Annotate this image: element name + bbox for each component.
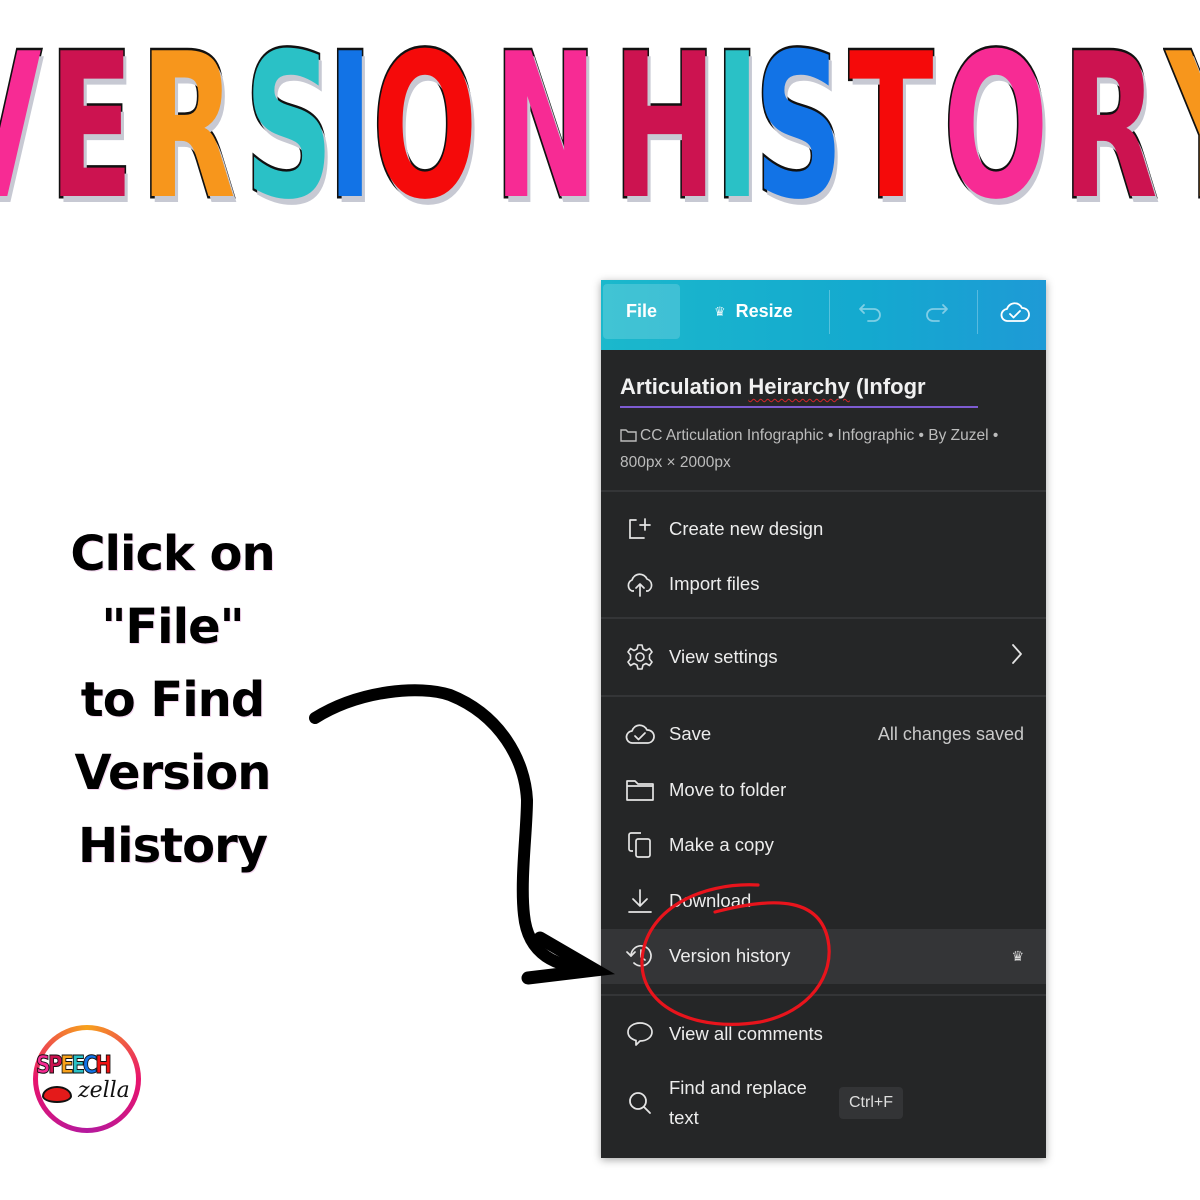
chevron-right-icon <box>1010 643 1024 670</box>
gear-icon <box>625 642 655 672</box>
resize-label: Resize <box>735 301 793 321</box>
menu-item-save[interactable]: Save All changes saved <box>601 707 1046 763</box>
folder-icon <box>625 775 655 805</box>
title-letter: R <box>139 11 238 244</box>
menu-item-move-to-folder[interactable]: Move to folder <box>601 762 1046 818</box>
title-word-version: V E R S I O N <box>0 11 605 244</box>
instruction-text: Click on "File" to Find Version History <box>40 518 305 883</box>
toolbar-divider <box>977 290 978 334</box>
logo-subtext: zella <box>78 1078 130 1103</box>
curved-arrow <box>309 684 601 976</box>
title-letter: N <box>492 11 599 244</box>
menu-item-create-new-design[interactable]: Create new design <box>601 501 1046 557</box>
toolbar-divider <box>829 290 830 334</box>
resize-button[interactable]: ♛ Resize <box>714 284 793 339</box>
search-icon <box>625 1088 655 1118</box>
speechzella-logo: SPEECH zella <box>33 1025 141 1133</box>
document-info: Articulation Heirarchy (Infogr CC Articu… <box>601 350 1046 476</box>
menu-item-view-all-comments[interactable]: View all comments <box>601 1006 1046 1062</box>
cloud-check-icon[interactable] <box>998 295 1032 329</box>
copy-icon <box>625 830 655 860</box>
menu-item-make-a-copy[interactable]: Make a copy <box>601 818 1046 874</box>
title-letter: O <box>942 11 1051 244</box>
cloud-check-icon <box>625 719 655 749</box>
title-letter: V <box>0 25 43 230</box>
keyboard-shortcut: Ctrl+F <box>839 1086 903 1119</box>
instruction-line: Version <box>74 745 272 801</box>
file-menu-panel: File ♛ Resize Articulation Heirarchy (In… <box>601 280 1046 1158</box>
editor-toolbar: File ♛ Resize <box>601 280 1046 350</box>
title-word-history: H I S T O R Y <box>605 11 1200 244</box>
instruction-line: "File" <box>101 599 244 655</box>
document-title-input[interactable]: Articulation Heirarchy (Infogr <box>620 374 978 408</box>
menu-item-version-history[interactable]: Version history ♛ <box>601 928 1046 984</box>
crown-icon: ♛ <box>714 303 726 319</box>
menu-item-import-files[interactable]: Import files <box>601 557 1046 613</box>
redo-icon[interactable] <box>919 295 953 329</box>
title-letter: O <box>370 11 479 244</box>
title-letter: S <box>243 11 335 244</box>
file-button[interactable]: File <box>603 284 680 339</box>
title-letter: Y <box>1165 25 1200 230</box>
comment-icon <box>625 1019 655 1049</box>
menu-item-find-and-replace[interactable]: Find and replace text Ctrl+F <box>601 1062 1046 1144</box>
instruction-line: Click on <box>70 526 275 582</box>
add-design-icon <box>625 514 655 544</box>
folder-icon <box>620 429 637 442</box>
document-meta: CC Articulation Infographic • Infographi… <box>620 427 999 471</box>
history-icon <box>625 941 655 971</box>
logo-wordmark: SPEECH <box>36 1050 113 1080</box>
download-icon <box>625 886 655 916</box>
lips-icon <box>42 1086 72 1103</box>
menu-item-view-settings[interactable]: View settings <box>601 629 1046 685</box>
title-letter: I <box>326 11 375 244</box>
arrowhead <box>521 931 616 985</box>
instruction-line: History <box>77 818 268 874</box>
title-letter: S <box>753 11 845 244</box>
title-letter: R <box>1061 11 1160 244</box>
undo-icon[interactable] <box>854 295 888 329</box>
title-letter: H <box>611 11 718 244</box>
misspelled-word: Heirarchy <box>748 374 850 399</box>
save-status: All changes saved <box>877 723 1024 744</box>
page-title: V E R S I O N H I S T O R Y <box>0 11 1200 244</box>
menu-item-download[interactable]: Download <box>601 873 1046 929</box>
crown-icon: ♛ <box>1011 947 1024 964</box>
title-letter: T <box>847 11 935 244</box>
instruction-line: to Find <box>80 672 265 728</box>
cloud-upload-icon <box>625 569 655 599</box>
title-letter: E <box>47 11 135 244</box>
